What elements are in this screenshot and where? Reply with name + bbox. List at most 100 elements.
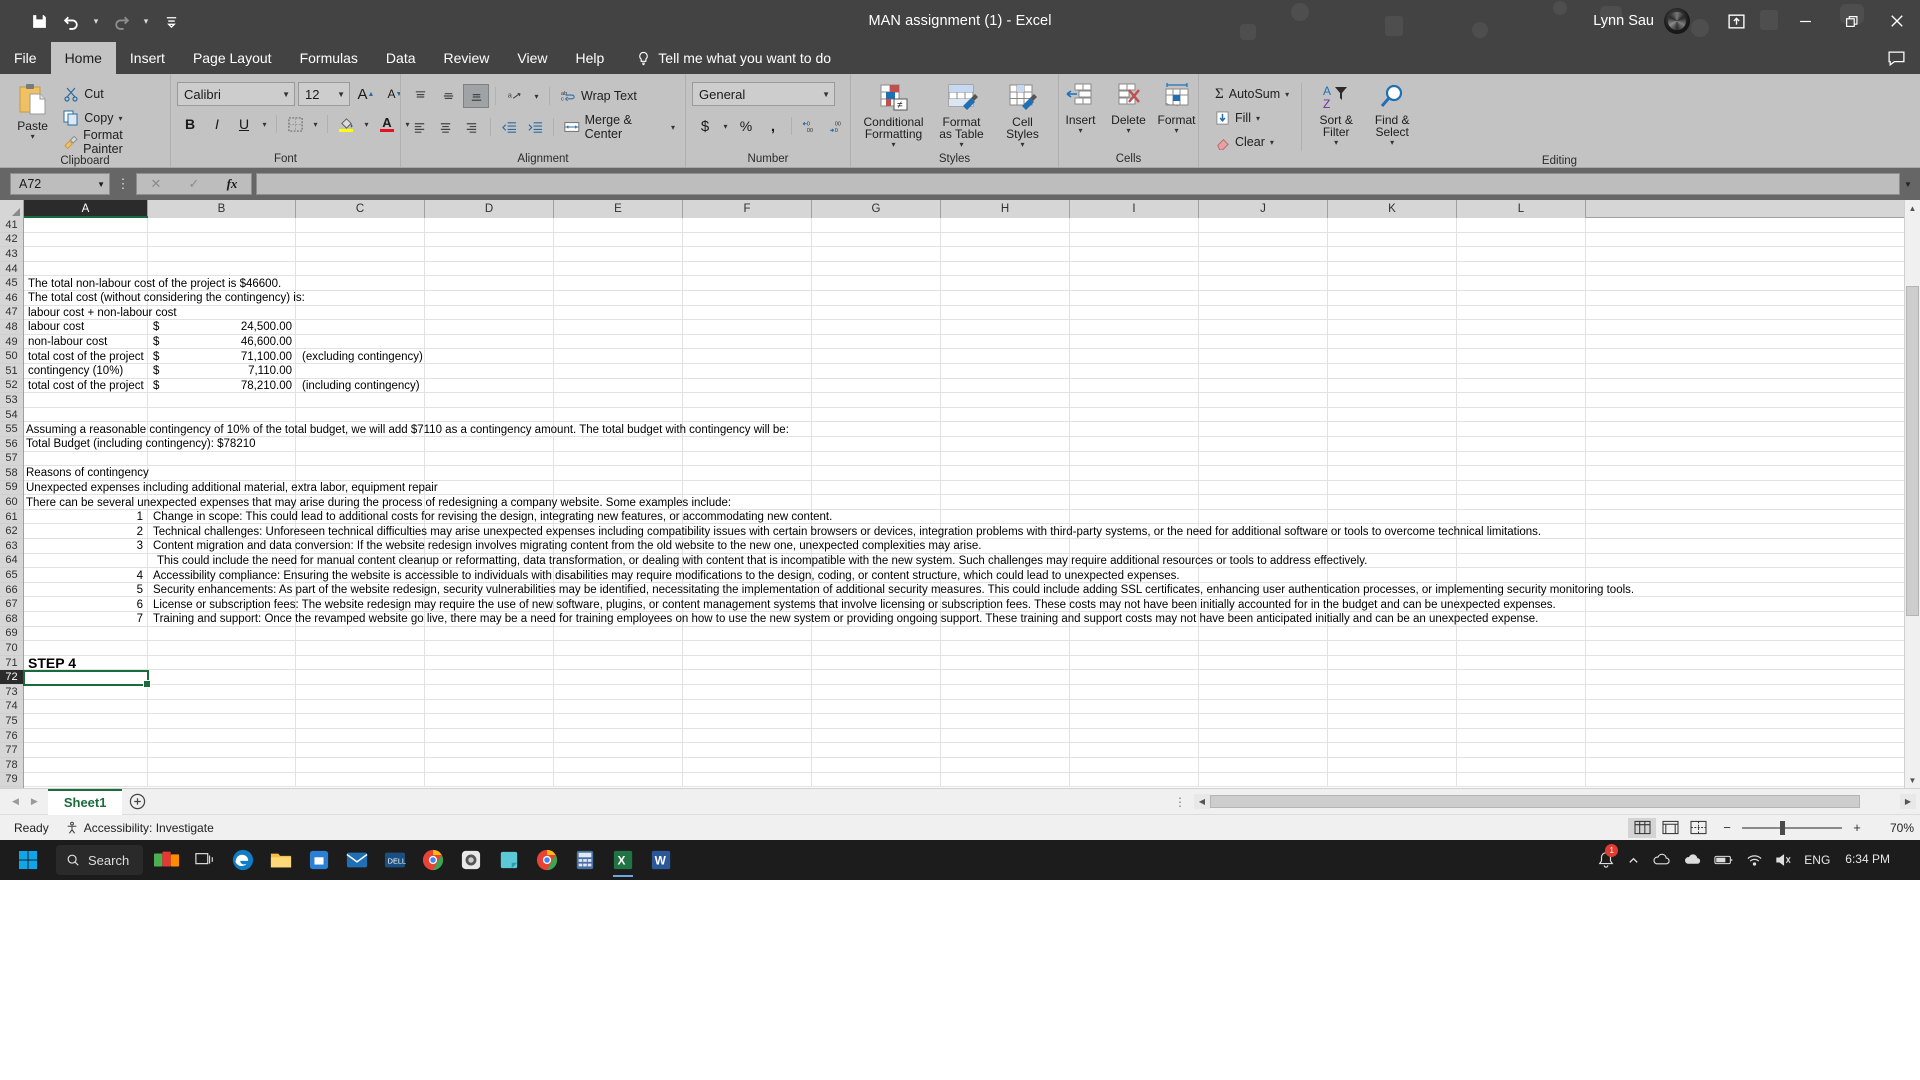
cell-B71[interactable] <box>148 655 296 671</box>
cell-G69[interactable] <box>812 626 941 642</box>
cell-L78[interactable] <box>1457 757 1586 773</box>
cell-F59[interactable] <box>683 480 812 496</box>
row-header-62[interactable]: 62 <box>0 524 23 540</box>
cell-J41[interactable] <box>1199 218 1328 233</box>
mail-icon[interactable] <box>339 841 375 879</box>
decrease-indent-button[interactable] <box>497 115 521 139</box>
cell-B76[interactable] <box>148 728 296 744</box>
app-group-icon[interactable] <box>149 841 185 879</box>
cell-A57[interactable] <box>24 451 148 467</box>
cell-G55[interactable] <box>812 422 941 437</box>
cell-I78[interactable] <box>1070 757 1199 773</box>
cell-I53[interactable] <box>1070 393 1199 408</box>
cell-F41[interactable] <box>683 218 812 233</box>
cell-K56[interactable] <box>1328 436 1457 452</box>
cell-D51[interactable] <box>425 363 554 379</box>
cell-A72[interactable] <box>24 670 148 685</box>
row-header-52[interactable]: 52 <box>0 378 23 394</box>
cell-E56[interactable] <box>554 436 683 452</box>
tray-cloud-icon[interactable] <box>1678 840 1707 880</box>
cell-C73[interactable] <box>296 685 425 700</box>
font-size-combo[interactable]: 12 ▼ <box>298 82 350 106</box>
cell-A69[interactable] <box>24 626 148 642</box>
tab-data[interactable]: Data <box>372 42 430 74</box>
cell-K76[interactable] <box>1328 728 1457 744</box>
cell-G72[interactable] <box>812 670 941 685</box>
cell-F74[interactable] <box>683 699 812 715</box>
cell-J44[interactable] <box>1199 261 1328 277</box>
font-family-combo[interactable]: Calibri ▼ <box>177 82 295 106</box>
cell-F58[interactable] <box>683 466 812 481</box>
cell-D78[interactable] <box>425 757 554 773</box>
cell-H49[interactable] <box>941 334 1070 350</box>
cell-C76[interactable] <box>296 728 425 744</box>
cell-G71[interactable] <box>812 655 941 671</box>
cell-F69[interactable] <box>683 626 812 642</box>
cell-C77[interactable] <box>296 743 425 758</box>
cell-I42[interactable] <box>1070 232 1199 248</box>
cell-D49[interactable] <box>425 334 554 350</box>
zoom-level[interactable]: 70% <box>1872 821 1914 835</box>
cell-L47[interactable] <box>1457 305 1586 321</box>
ribbon-tabs[interactable]: File Home Insert Page Layout Formulas Da… <box>0 42 1920 74</box>
cell-F45[interactable] <box>683 276 812 291</box>
cell-L44[interactable] <box>1457 261 1586 277</box>
cell-C70[interactable] <box>296 641 425 656</box>
select-all-button[interactable] <box>0 200 24 218</box>
cell-J48[interactable] <box>1199 320 1328 335</box>
cell-F42[interactable] <box>683 232 812 248</box>
tray-volume-icon[interactable] <box>1770 840 1797 880</box>
cell-G42[interactable] <box>812 232 941 248</box>
cell-J55[interactable] <box>1199 422 1328 437</box>
cell-E74[interactable] <box>554 699 683 715</box>
cell-J52[interactable] <box>1199 378 1328 394</box>
cell-D75[interactable] <box>425 714 554 729</box>
cell-L46[interactable] <box>1457 290 1586 306</box>
chrome2-icon[interactable] <box>529 841 565 879</box>
cell-E52[interactable] <box>554 378 683 394</box>
decrease-decimal-button[interactable]: 00 0 <box>824 114 850 138</box>
cell-I71[interactable] <box>1070 655 1199 671</box>
word-icon[interactable]: W <box>643 841 679 879</box>
cell-C42[interactable] <box>296 232 425 248</box>
fill-color-button[interactable] <box>333 112 359 136</box>
cell-A74[interactable] <box>24 699 148 715</box>
tray-onedrive-icon[interactable] <box>1647 840 1676 880</box>
cell-K42[interactable] <box>1328 232 1457 248</box>
cell-I43[interactable] <box>1070 247 1199 262</box>
cell-E47[interactable] <box>554 305 683 321</box>
tab-view[interactable]: View <box>503 42 561 74</box>
quick-access-toolbar[interactable]: ▾ ▾ <box>0 6 186 36</box>
cell-F47[interactable] <box>683 305 812 321</box>
cell-I60[interactable] <box>1070 495 1199 510</box>
cell-G73[interactable] <box>812 685 941 700</box>
cell-B43[interactable] <box>148 247 296 262</box>
cell-L74[interactable] <box>1457 699 1586 715</box>
cell-L76[interactable] <box>1457 728 1586 744</box>
cell-D44[interactable] <box>425 261 554 277</box>
cut-button[interactable]: Cut <box>59 82 164 106</box>
row-header-43[interactable]: 43 <box>0 247 23 262</box>
cell-J74[interactable] <box>1199 699 1328 715</box>
cell-A64[interactable] <box>24 553 148 569</box>
row-header-78[interactable]: 78 <box>0 757 23 773</box>
column-header-b[interactable]: B <box>148 200 296 218</box>
cell-H43[interactable] <box>941 247 1070 262</box>
tab-formulas[interactable]: Formulas <box>286 42 372 74</box>
merge-center-button[interactable]: Merge & Center ▾ <box>560 113 679 141</box>
cell-E76[interactable] <box>554 728 683 744</box>
fill-color-dropdown-icon[interactable]: ▾ <box>360 112 373 136</box>
cell-J72[interactable] <box>1199 670 1328 685</box>
clear-button[interactable]: Clear ▾ <box>1211 130 1293 154</box>
cell-J45[interactable] <box>1199 276 1328 291</box>
cell-L72[interactable] <box>1457 670 1586 685</box>
cell-G76[interactable] <box>812 728 941 744</box>
cell-L70[interactable] <box>1457 641 1586 656</box>
row-header-56[interactable]: 56 <box>0 436 23 452</box>
cell-L49[interactable] <box>1457 334 1586 350</box>
cell-D41[interactable] <box>425 218 554 233</box>
cell-E46[interactable] <box>554 290 683 306</box>
cell-E77[interactable] <box>554 743 683 758</box>
cell-E71[interactable] <box>554 655 683 671</box>
cell-H53[interactable] <box>941 393 1070 408</box>
